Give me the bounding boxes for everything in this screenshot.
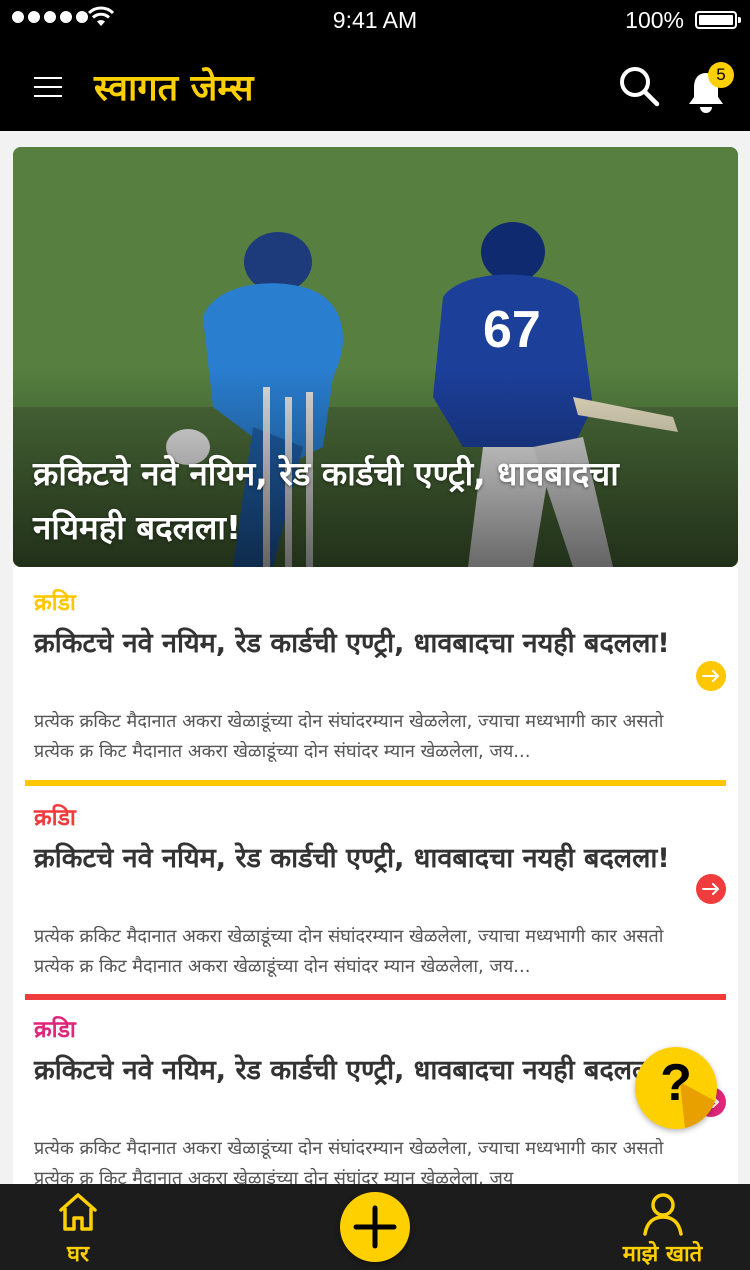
- article-category: क्रडिा: [34, 590, 76, 616]
- arrow-right-icon[interactable]: [696, 661, 726, 691]
- hero-title: क्रकिटचे नवे नयिम, रेड कार्डची एण्ट्री, …: [33, 454, 619, 547]
- nav-home-label: घर: [66, 1242, 89, 1267]
- article-card[interactable]: क्रडिा क्रकिटचे नवे नयिम, रेड कार्डची एण…: [13, 567, 738, 786]
- article-headline: क्रकिटचे नवे नयिम, रेड कार्डची एण्ट्री, …: [34, 1055, 670, 1086]
- article-excerpt: प्रत्येक क्रकिट मैदानात अकरा खेळाडूंच्या…: [34, 926, 664, 977]
- home-icon: [59, 1193, 97, 1231]
- help-button[interactable]: ?: [635, 1047, 717, 1129]
- article-category: क्रडिा: [34, 805, 76, 831]
- svg-text:67: 67: [483, 301, 541, 359]
- search-icon[interactable]: [618, 65, 660, 107]
- article-card[interactable]: क्रडिा क्रकिटचे नवे नयिम, रेड कार्डची एण…: [13, 1000, 738, 1184]
- battery-icon: [695, 11, 741, 29]
- article-headline: क्रकिटचे नवे नयिम, रेड कार्डची एण्ट्री, …: [34, 843, 670, 874]
- notifications-button[interactable]: 5: [686, 62, 734, 113]
- battery-percent: 100%: [625, 7, 684, 33]
- user-icon: [642, 1193, 683, 1236]
- plus-icon: [353, 1205, 397, 1249]
- nav-account[interactable]: माझे खाते: [600, 1190, 725, 1270]
- page-title: स्वागत जेम्स: [94, 68, 254, 109]
- help-question-mark: ?: [660, 1054, 692, 1112]
- featured-story[interactable]: 67 क्रकिटचे नवे नयिम, रेड कार्डची एण्ट्र…: [13, 147, 738, 567]
- notification-badge: 5: [708, 62, 734, 88]
- article-excerpt: प्रत्येक क्रकिट मैदानात अकरा खेळाडूंच्या…: [34, 711, 664, 762]
- nav-account-label: माझे खाते: [622, 1242, 703, 1267]
- arrow-right-icon[interactable]: [696, 874, 726, 904]
- article-excerpt: प्रत्येक क्रकिट मैदानात अकरा खेळाडूंच्या…: [34, 1138, 664, 1184]
- menu-icon[interactable]: [34, 77, 62, 97]
- article-card[interactable]: क्रडिा क्रकिटचे नवे नयिम, रेड कार्डची एण…: [13, 786, 738, 1000]
- article-headline: क्रकिटचे नवे नयिम, रेड कार्डची एण्ट्री, …: [34, 628, 670, 659]
- status-bar: 9:41 AM 100%: [0, 0, 750, 40]
- app-header: स्वागत जेम्स 5: [0, 40, 750, 131]
- nav-home[interactable]: घर: [40, 1190, 116, 1270]
- article-category: क्रडिा: [34, 1017, 76, 1043]
- add-button[interactable]: [340, 1192, 410, 1262]
